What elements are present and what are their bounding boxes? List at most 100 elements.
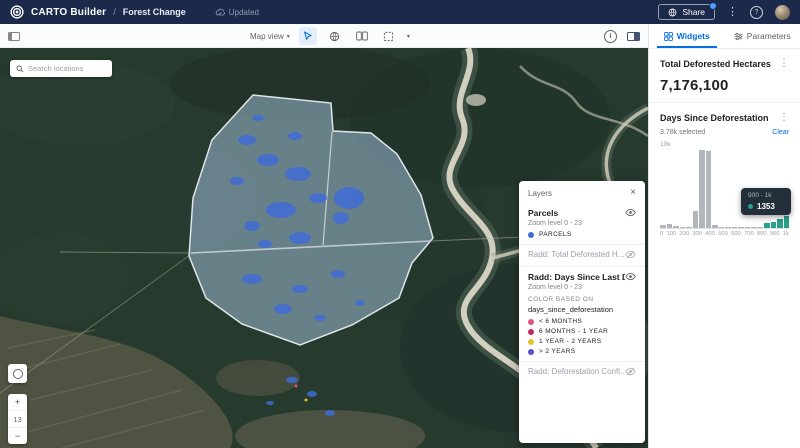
map-title[interactable]: Forest Change [123, 7, 186, 17]
zoom-level: 13 [8, 410, 27, 428]
help-icon[interactable]: ? [750, 6, 763, 19]
toolbar-right: i [604, 24, 640, 48]
main-content: Map view ▾ [0, 24, 800, 448]
histogram-bar[interactable] [686, 227, 692, 228]
x-tick-label: 1k [783, 231, 789, 237]
breadcrumb-separator: / [113, 7, 116, 17]
tab-parameters[interactable]: Parameters [725, 24, 800, 48]
histogram-bar[interactable] [712, 225, 718, 228]
legend-row: 1 YEAR - 2 YEARS [528, 338, 636, 345]
histogram-bar[interactable] [771, 222, 777, 228]
histogram-bar[interactable] [693, 211, 699, 228]
share-button[interactable]: Share [658, 4, 715, 20]
basemap-button[interactable] [326, 27, 344, 45]
save-status-label: Updated [229, 8, 259, 17]
widget-title: Days Since Deforestation [660, 113, 769, 123]
cloud-check-icon [215, 8, 225, 16]
histogram-bar[interactable] [764, 223, 770, 228]
eye-off-icon[interactable] [625, 366, 636, 377]
formula-value: 7,176,100 [660, 77, 789, 94]
histogram-bar[interactable] [719, 227, 725, 228]
legend-row: < 6 MONTHS [528, 318, 636, 325]
legend-row: 6 MONTHS - 1 YEAR [528, 328, 636, 335]
layer-name[interactable]: Radd: Deforestation Confi... [528, 367, 625, 376]
x-tick-label: 100 [666, 231, 676, 237]
panel-tabs: Widgets Parameters [649, 24, 800, 49]
histogram-bar[interactable] [777, 219, 783, 228]
legend-label: PARCELS [539, 231, 572, 238]
histogram-bar[interactable] [751, 227, 757, 228]
histogram-bar[interactable] [732, 227, 738, 228]
widget-menu-icon[interactable]: ⋮ [779, 113, 789, 123]
layer-item-parcels: Parcels Zoom level 0 - 23 PARCELS [519, 203, 645, 244]
x-tick-label: 700 [744, 231, 754, 237]
layer-name[interactable]: Parcels [528, 208, 558, 218]
layer-item-radd-days: Radd: Days Since Last De... Zoom level 0… [519, 267, 645, 361]
histogram-bar[interactable] [660, 225, 666, 228]
zoom-in-button[interactable]: + [8, 394, 27, 410]
map-view-label: Map view [250, 32, 284, 41]
close-icon[interactable]: × [630, 188, 636, 198]
widgets-icon [664, 32, 673, 41]
legend-dot-icon [528, 339, 534, 345]
histogram-bar[interactable] [680, 227, 686, 228]
histogram-bar[interactable] [784, 216, 790, 228]
color-field: days_since_deforestation [528, 305, 636, 314]
toggle-left-panel-icon[interactable] [8, 24, 20, 48]
legend-dot-icon [528, 319, 534, 325]
layer-name[interactable]: Radd: Total Deforested H... [528, 250, 624, 259]
zoom-out-button[interactable]: − [8, 428, 27, 444]
chevron-down-icon[interactable]: ▾ [407, 33, 410, 40]
overflow-menu-icon[interactable]: ⋮ [727, 7, 738, 18]
eye-icon[interactable] [625, 271, 636, 282]
histogram-bar[interactable] [706, 151, 712, 228]
color-based-on-label: COLOR BASED ON [528, 296, 636, 303]
map-search[interactable]: Search locations [10, 60, 112, 77]
layers-panel-header: Layers × [519, 181, 645, 203]
selection-box-icon [383, 31, 394, 42]
histogram-chart: 10k 01002003004005006007008009001k 900 -… [660, 148, 789, 237]
clear-selection-link[interactable]: Clear [772, 129, 789, 136]
legend-dot-icon [528, 329, 534, 335]
toggle-right-panel-icon[interactable] [627, 32, 640, 41]
tooltip-value: 1353 [757, 202, 775, 211]
legend-row: > 2 YEARS [528, 348, 636, 355]
histogram-bar[interactable] [699, 150, 705, 228]
layer-zoom-range: Zoom level 0 - 23 [528, 220, 636, 227]
y-axis-max-label: 10k [660, 141, 670, 148]
histogram-bar[interactable] [745, 227, 751, 228]
locate-button[interactable] [8, 364, 27, 383]
carto-logo-icon[interactable] [10, 5, 24, 19]
histogram-x-axis: 01002003004005006007008009001k [660, 231, 789, 237]
histogram-bar[interactable] [758, 227, 764, 228]
map-viewport[interactable]: Search locations + 13 − Layers × Parcels [0, 48, 648, 448]
selected-count: 3.78k selected [660, 129, 705, 136]
map-view-dropdown[interactable]: Map view ▾ [250, 32, 290, 41]
save-status: Updated [215, 8, 259, 17]
select-area-button[interactable] [380, 27, 398, 45]
notification-dot [709, 2, 717, 10]
x-tick-label: 400 [705, 231, 715, 237]
legend-dot-icon [528, 232, 534, 238]
tab-widgets[interactable]: Widgets [649, 24, 725, 48]
widget-menu-icon[interactable]: ⋮ [779, 59, 789, 69]
layer-legend: PARCELS [528, 231, 636, 238]
dual-map-button[interactable] [353, 27, 371, 45]
chevron-down-icon: ▾ [287, 33, 290, 40]
histogram-bar[interactable] [738, 227, 744, 228]
eye-icon[interactable] [625, 207, 636, 218]
x-tick-label: 600 [731, 231, 741, 237]
histogram-bar[interactable] [725, 227, 731, 228]
avatar[interactable] [775, 5, 790, 20]
histogram-bar[interactable] [673, 226, 679, 228]
select-tool-button[interactable] [299, 27, 317, 45]
histogram-bar[interactable] [667, 224, 673, 228]
layer-zoom-range: Zoom level 0 - 23 [528, 284, 636, 291]
histogram-widget: Days Since Deforestation ⋮ 3.78k selecte… [649, 103, 800, 245]
info-icon[interactable]: i [604, 30, 617, 43]
share-globe-icon [668, 8, 677, 17]
eye-off-icon[interactable] [625, 249, 636, 260]
legend-dot-icon [528, 349, 534, 355]
zoom-control: + 13 − [8, 394, 27, 444]
layer-name[interactable]: Radd: Days Since Last De... [528, 272, 625, 282]
